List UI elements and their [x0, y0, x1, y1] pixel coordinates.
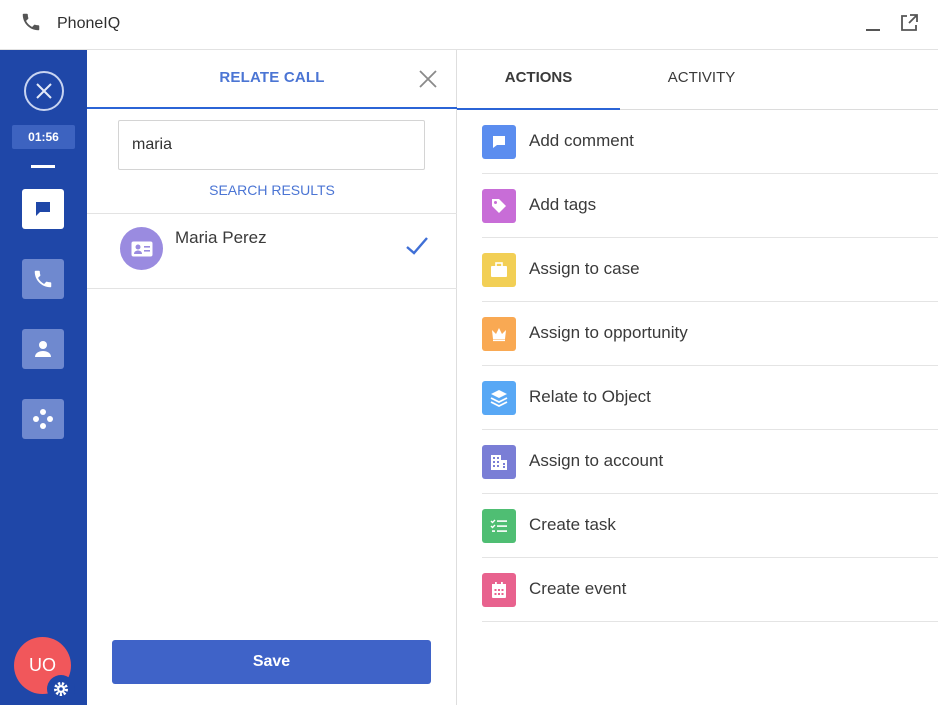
action-label: Assign to account	[529, 451, 664, 470]
rail-button-comment[interactable]	[22, 189, 64, 229]
end-call-button[interactable]	[24, 71, 64, 111]
rail-divider	[31, 165, 55, 168]
action-relate-to-object[interactable]: Relate to Object	[482, 366, 938, 430]
relate-call-header: RELATE CALL	[87, 50, 457, 109]
action-label: Relate to Object	[529, 387, 651, 406]
comment-icon	[482, 125, 516, 159]
action-assign-to-case[interactable]: Assign to case	[482, 238, 938, 302]
phone-icon	[34, 270, 52, 288]
close-icon[interactable]	[417, 68, 439, 90]
action-create-event[interactable]: Create event	[482, 558, 938, 622]
contact-name: Maria Perez	[175, 228, 267, 247]
person-icon	[35, 341, 51, 357]
title-bar: PhoneIQ	[0, 0, 938, 50]
save-button[interactable]: Save	[112, 640, 431, 684]
crown-icon	[482, 317, 516, 351]
app-title: PhoneIQ	[57, 15, 121, 32]
action-add-tags[interactable]: Add tags	[482, 174, 938, 238]
minimize-icon[interactable]	[862, 14, 884, 36]
tab-actions[interactable]: ACTIONS	[457, 50, 620, 110]
close-icon	[36, 83, 52, 99]
action-label: Assign to opportunity	[529, 323, 688, 342]
gear-icon	[54, 682, 68, 696]
divider	[87, 288, 457, 289]
action-add-comment[interactable]: Add comment	[482, 110, 938, 174]
dots-grid-icon	[33, 409, 53, 429]
action-list: Add comment Add tags Assign to case Assi…	[482, 110, 938, 622]
search-result-row[interactable]: Maria Perez	[87, 214, 457, 289]
rail-button-phone[interactable]	[22, 259, 64, 299]
checklist-icon	[482, 509, 516, 543]
action-label: Add tags	[529, 195, 597, 214]
contact-avatar	[120, 227, 163, 270]
pop-out-icon[interactable]	[898, 12, 920, 34]
actions-panel: ACTIONS ACTIVITY Add comment Add tags As…	[457, 50, 938, 705]
left-rail: 01:56 UO	[0, 50, 87, 705]
tab-bar: ACTIONS ACTIVITY	[457, 50, 938, 110]
action-label: Assign to case	[529, 259, 640, 278]
action-label: Add comment	[529, 131, 634, 150]
rail-button-contact[interactable]	[22, 329, 64, 369]
layers-icon	[482, 381, 516, 415]
action-create-task[interactable]: Create task	[482, 494, 938, 558]
action-assign-to-account[interactable]: Assign to account	[482, 430, 938, 494]
building-icon	[482, 445, 516, 479]
briefcase-icon	[482, 253, 516, 287]
calendar-icon	[482, 573, 516, 607]
relate-call-title: RELATE CALL	[219, 69, 325, 86]
rail-button-apps[interactable]	[22, 399, 64, 439]
tab-activity[interactable]: ACTIVITY	[620, 50, 783, 110]
settings-button[interactable]	[47, 675, 75, 703]
checkmark-icon	[406, 237, 428, 255]
action-assign-to-opportunity[interactable]: Assign to opportunity	[482, 302, 938, 366]
action-label: Create task	[529, 515, 616, 534]
chat-bubble-icon	[36, 202, 50, 216]
search-results-label: SEARCH RESULTS	[209, 182, 335, 198]
action-label: Create event	[529, 579, 627, 598]
phone-icon	[22, 13, 40, 31]
call-timer: 01:56	[12, 125, 75, 149]
tag-icon	[482, 189, 516, 223]
search-input[interactable]	[118, 120, 425, 170]
contact-card-icon	[131, 241, 152, 256]
relate-call-panel: RELATE CALL SEARCH RESULTS Maria Perez S…	[87, 50, 457, 705]
